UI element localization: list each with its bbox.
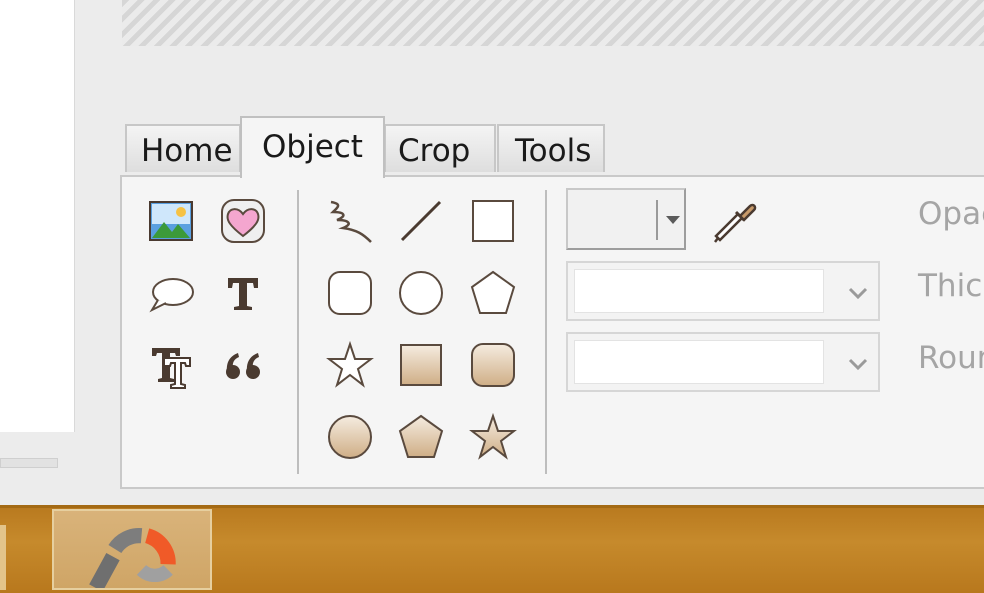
filled-pentagon-button[interactable] xyxy=(392,408,450,466)
roundness-label: Roun xyxy=(918,340,984,376)
picture-icon xyxy=(149,201,193,241)
text-button[interactable] xyxy=(214,264,272,322)
group-separator xyxy=(545,190,547,474)
filled-rectangle-icon xyxy=(400,344,442,386)
speech-bubble-icon xyxy=(149,278,194,313)
rectangle-button[interactable] xyxy=(464,192,522,250)
rounded-rectangle-icon xyxy=(328,271,372,315)
filled-rounded-rectangle-button[interactable] xyxy=(464,336,522,394)
quote-button[interactable] xyxy=(214,336,272,394)
star-icon xyxy=(326,340,374,388)
pentagon-icon xyxy=(470,270,516,314)
opacity-label: Opac xyxy=(918,196,984,232)
ellipse-button[interactable] xyxy=(392,264,450,322)
outlined-text-button[interactable] xyxy=(142,336,200,394)
filled-pentagon-icon xyxy=(398,414,444,458)
freehand-icon xyxy=(329,200,372,243)
rectangle-icon xyxy=(472,200,514,242)
taskbar-app-button[interactable] xyxy=(52,509,212,592)
quote-icon xyxy=(226,353,260,379)
filled-ellipse-button[interactable] xyxy=(321,408,379,466)
filled-star-icon xyxy=(469,412,517,460)
line-button[interactable] xyxy=(392,192,450,250)
thickness-dropdown[interactable] xyxy=(566,261,880,321)
tab-crop[interactable]: Crop xyxy=(384,124,496,172)
canvas-hatched-area xyxy=(122,0,984,46)
filled-rectangle-button[interactable] xyxy=(392,336,450,394)
text-icon xyxy=(228,278,258,310)
thickness-label: Thic xyxy=(918,268,983,304)
tab-tools[interactable]: Tools xyxy=(497,124,605,172)
left-pane xyxy=(0,0,75,432)
freehand-button[interactable] xyxy=(321,192,379,250)
color-picker-dropdown[interactable] xyxy=(566,188,686,250)
pentagon-button[interactable] xyxy=(464,264,522,322)
eyedropper-icon xyxy=(714,203,757,243)
chevron-down-icon[interactable] xyxy=(844,350,872,378)
dropdown-arrow-icon[interactable] xyxy=(666,216,680,224)
outlined-text-icon xyxy=(152,348,191,389)
eyedropper-button[interactable] xyxy=(706,190,766,250)
roundness-input[interactable] xyxy=(574,340,824,384)
thickness-input[interactable] xyxy=(574,269,824,313)
insert-sticker-button[interactable] xyxy=(214,192,272,250)
filled-star-button[interactable] xyxy=(464,408,522,466)
group-separator xyxy=(297,190,299,474)
tab-home[interactable]: Home xyxy=(125,124,241,172)
dropdown-divider xyxy=(656,200,658,240)
filled-ellipse-icon xyxy=(328,415,372,459)
roundness-dropdown[interactable] xyxy=(566,332,880,392)
filled-rounded-rectangle-icon xyxy=(471,343,515,387)
tab-object[interactable]: Object xyxy=(240,116,385,178)
speech-bubble-button[interactable] xyxy=(142,264,200,322)
taskbar-item-partial[interactable] xyxy=(0,525,6,590)
app-logo-icon xyxy=(89,528,176,592)
chevron-down-icon[interactable] xyxy=(844,279,872,307)
heart-sticker-icon xyxy=(221,199,265,243)
insert-picture-button[interactable] xyxy=(142,192,200,250)
line-icon xyxy=(400,200,442,242)
star-button[interactable] xyxy=(321,336,379,394)
horizontal-scrollbar[interactable] xyxy=(0,458,58,468)
rounded-rectangle-button[interactable] xyxy=(321,264,379,322)
ellipse-icon xyxy=(399,271,443,315)
